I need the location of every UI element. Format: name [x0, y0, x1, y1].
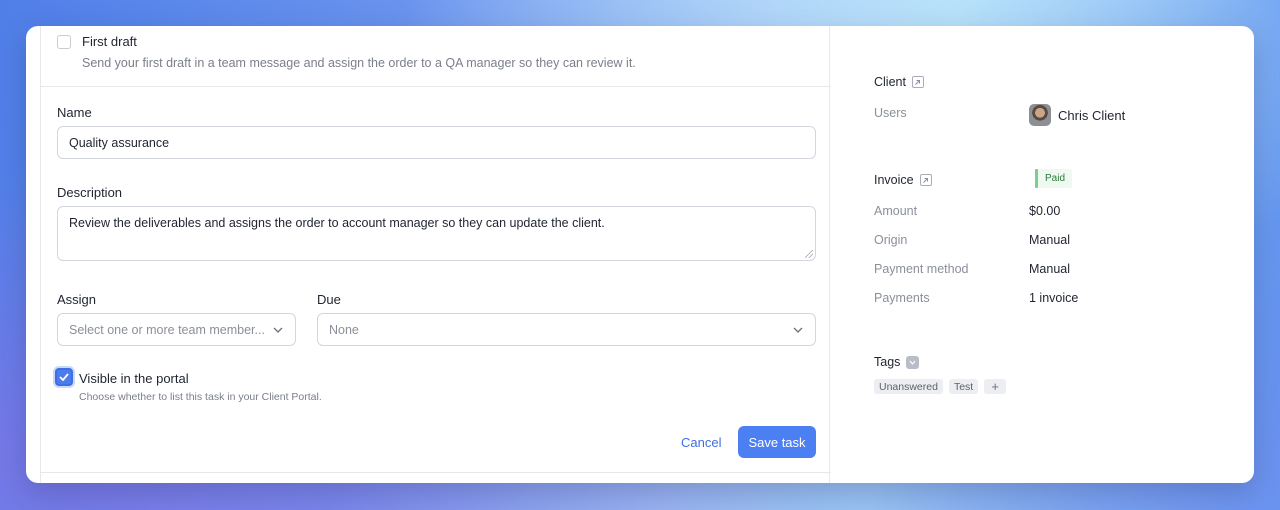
due-value: None [329, 322, 359, 337]
description-label: Description [57, 185, 123, 200]
origin-key: Origin [874, 233, 908, 247]
name-input[interactable]: Quality assurance [57, 126, 816, 159]
visible-in-portal-help: Choose whether to list this task in your… [79, 391, 322, 403]
visible-in-portal-label: Visible in the portal [79, 371, 189, 386]
avatar [1029, 104, 1051, 126]
task-form: First draft Send your first draft in a t… [40, 26, 831, 483]
amount-key: Amount [874, 204, 918, 218]
status-badge: Paid [1035, 169, 1073, 188]
payments-value: 1 invoice [1029, 291, 1079, 305]
external-link-icon[interactable] [911, 76, 924, 88]
user-name: Chris Client [1058, 107, 1126, 123]
name-label: Name [57, 105, 92, 120]
name-input-value: Quality assurance [69, 135, 170, 150]
task-editor-window: First draft Send your first draft in a t… [26, 26, 1254, 483]
client-heading-label: Client [874, 75, 906, 89]
status-indicator [1035, 169, 1038, 188]
status-badge-label: Paid [1045, 173, 1066, 184]
cancel-button[interactable]: Cancel [675, 426, 727, 458]
tag-chip[interactable]: Unanswered [874, 379, 943, 394]
tag-chip[interactable]: Test [948, 379, 979, 394]
invoice-heading-label: Invoice [874, 173, 914, 187]
first-draft-description: Send your first draft in a team message … [82, 56, 636, 70]
amount-value: $0.00 [1029, 204, 1061, 218]
first-draft-title: First draft [82, 34, 137, 49]
description-value: Review the deliverables and assigns the … [69, 216, 605, 230]
assign-label: Assign [57, 292, 97, 307]
description-textarea[interactable]: Review the deliverables and assigns the … [57, 206, 816, 261]
divider [41, 472, 831, 473]
client-heading: Client [874, 75, 924, 89]
save-task-button[interactable]: Save task [738, 426, 816, 458]
checkmark-icon [59, 373, 69, 381]
assign-placeholder: Select one or more team member... [69, 322, 265, 337]
chevron-down-icon [792, 324, 804, 336]
assign-select[interactable]: Select one or more team member... [57, 313, 296, 346]
first-draft-checkbox[interactable] [57, 34, 71, 49]
resize-handle-icon[interactable] [805, 250, 813, 258]
users-key: Users [874, 106, 907, 120]
add-tag-button[interactable]: + [984, 379, 1007, 394]
chevron-down-icon [272, 324, 284, 336]
payment-method-key: Payment method [874, 262, 969, 276]
external-link-icon[interactable] [919, 174, 932, 186]
divider [41, 86, 831, 87]
payment-method-value: Manual [1029, 262, 1070, 276]
due-select[interactable]: None [317, 313, 816, 346]
first-draft-row: First draft [57, 34, 137, 49]
tag-list: Unanswered Test + [874, 379, 1007, 394]
user-chip[interactable]: Chris Client [1029, 104, 1125, 126]
origin-value: Manual [1029, 233, 1070, 247]
tags-heading: Tags [874, 355, 920, 369]
chevron-down-icon[interactable] [906, 355, 920, 369]
payments-key: Payments [874, 291, 930, 305]
details-sidebar: Client Users Chris Client Invoice Paid A… [830, 26, 1254, 483]
visible-in-portal-checkbox[interactable] [55, 368, 73, 386]
tags-heading-label: Tags [874, 355, 901, 369]
due-label: Due [317, 292, 341, 307]
invoice-heading: Invoice [874, 173, 932, 187]
